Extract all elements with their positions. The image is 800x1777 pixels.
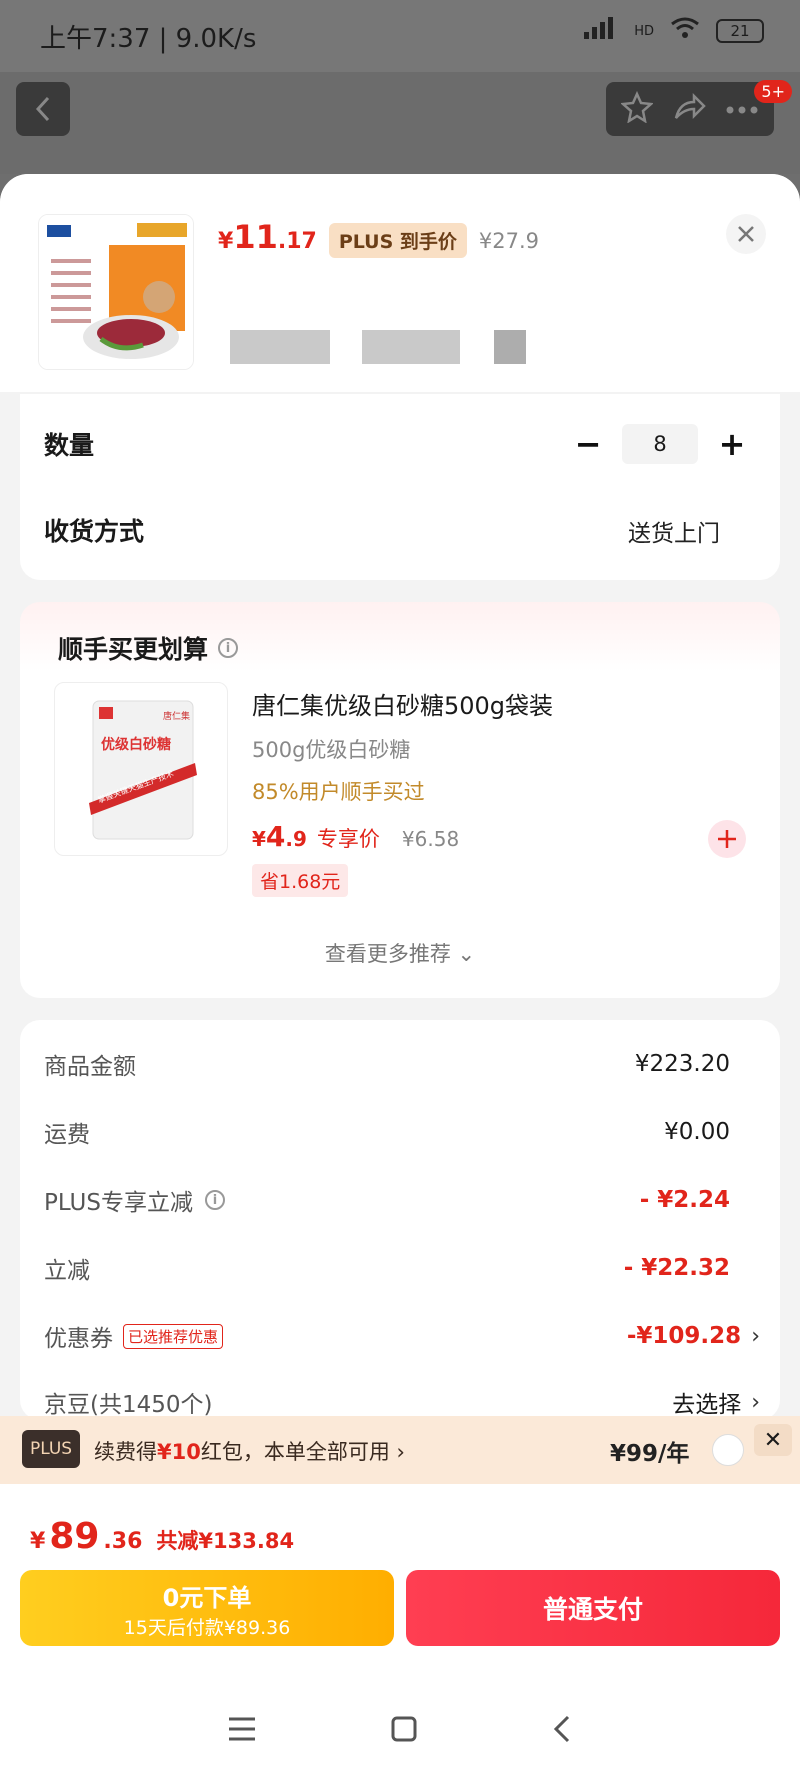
product-header: ¥11.17 PLUS 到手价 ¥27.9: [0, 174, 800, 392]
coupon-tag: 已选推荐优惠: [123, 1323, 224, 1349]
checkout-sheet: ¥11.17 PLUS 到手价 ¥27.9 数量 − 8 + 收货方式 送货上门…: [0, 174, 800, 1777]
recommendation-price: ¥4.9: [252, 820, 307, 853]
plus-renew-text[interactable]: 续费得¥10红包，本单全部可用 ›: [94, 1436, 405, 1466]
quantity-card: 数量 − 8 + 收货方式 送货上门: [20, 394, 780, 580]
more-recommendations-link[interactable]: 查看更多推荐 ⌄: [20, 938, 780, 968]
recommendation-thumbnail[interactable]: 唐仁集 优级白砂糖 掌握关键天猫生产技术: [54, 682, 228, 856]
add-to-order-button[interactable]: [708, 820, 746, 858]
blurred-spec: [494, 330, 526, 364]
normal-pay-button[interactable]: 普通支付: [406, 1570, 780, 1646]
plus-price-tag: PLUS 到手价: [328, 223, 467, 258]
recommendation-original-price: ¥6.58: [401, 827, 460, 851]
system-nav-bar: [0, 1684, 800, 1777]
chevron-right-icon: ›: [751, 1389, 760, 1415]
back-button[interactable]: [16, 82, 70, 136]
plus-fee: ¥99/年: [610, 1441, 690, 1467]
info-icon[interactable]: i: [204, 1190, 225, 1210]
recommendation-card: 顺手买更划算 i 唐仁集 优级白砂糖 掌握关键天猫生产技术 唐仁集优级白砂糖50…: [20, 602, 780, 998]
summary-row-plus-discount: PLUS专享立减 i - ¥2.24: [44, 1187, 730, 1216]
recommendation-name[interactable]: 唐仁集优级白砂糖500g袋装: [252, 686, 553, 721]
home-icon[interactable]: [390, 1715, 418, 1747]
svg-text:优级白砂糖: 优级白砂糖: [101, 736, 171, 753]
header-actions: [606, 82, 774, 136]
checkout-footer: ¥89.36 共减¥133.84 0元下单 15天后付款¥89.36 普通支付: [0, 1484, 800, 1777]
delivery-label: 收货方式: [44, 517, 145, 546]
exclusive-price-label: 专享价: [316, 827, 380, 851]
signal-icon: [584, 17, 618, 45]
summary-row-goods: 商品金额 ¥223.20: [44, 1051, 730, 1080]
recommendation-spec: 500g优级白砂糖: [252, 738, 411, 762]
product-thumbnail: [38, 214, 194, 370]
info-icon[interactable]: i: [218, 638, 239, 658]
plus-renew-radio[interactable]: [712, 1434, 744, 1466]
wifi-icon: [670, 16, 700, 46]
quantity-label: 数量: [44, 431, 95, 460]
recommendation-title: 顺手买更划算 i: [58, 630, 239, 666]
share-icon[interactable]: [672, 92, 706, 126]
svg-text:唐仁集: 唐仁集: [163, 710, 190, 722]
plus-button[interactable]: +: [714, 425, 750, 463]
summary-row-coupon[interactable]: 优惠券 已选推荐优惠 -¥109.28 ›: [44, 1316, 760, 1356]
total-reduce: 共减¥133.84: [156, 1529, 295, 1553]
plus-icon: [718, 830, 736, 848]
recommendation-hint: 85%用户顺手买过: [252, 780, 425, 804]
plus-logo: PLUS: [22, 1430, 80, 1468]
quantity-input[interactable]: 8: [622, 424, 698, 464]
save-badge: 省1.68元: [252, 864, 349, 897]
status-time: 上午7:37 | 9.0K/s: [40, 24, 257, 54]
plus-renew-banner[interactable]: PLUS 续费得¥10红包，本单全部可用 › ¥99/年 ✕: [0, 1416, 800, 1484]
quantity-stepper: − 8 +: [570, 424, 750, 464]
hd-label: HD: [634, 23, 654, 39]
blurred-spec: [230, 330, 330, 364]
recommendation-price-row: ¥4.9 专享价 ¥6.58: [252, 820, 459, 853]
close-button[interactable]: [726, 214, 766, 254]
close-banner-button[interactable]: ✕: [754, 1424, 792, 1456]
status-icons: HD 21: [584, 16, 764, 46]
plus-price: ¥11.17: [218, 218, 317, 256]
blurred-spec: [362, 330, 460, 364]
page-header: 5+: [0, 72, 800, 174]
total-price: ¥89.36 共减¥133.84: [30, 1516, 295, 1557]
chevron-right-icon: ›: [751, 1323, 760, 1349]
battery-icon: 21: [716, 19, 764, 43]
summary-row-instant-discount: 立减 - ¥22.32: [44, 1255, 730, 1284]
menu-icon[interactable]: [227, 1716, 257, 1746]
status-bar: 上午7:37 | 9.0K/s HD 21: [0, 0, 800, 72]
more-icon[interactable]: [725, 100, 759, 119]
message-badge: 5+: [754, 80, 792, 103]
original-price: ¥27.9: [478, 229, 540, 253]
back-nav-icon[interactable]: [551, 1714, 573, 1748]
order-summary-card: 商品金额 ¥223.20 运费 ¥0.00 PLUS专享立减 i - ¥2.24 立减…: [20, 1020, 780, 1420]
close-icon: [738, 226, 754, 242]
star-icon[interactable]: [620, 90, 655, 127]
summary-row-shipping: 运费 ¥0.00: [44, 1119, 730, 1148]
product-price-row: ¥11.17 PLUS 到手价 ¥27.9: [218, 218, 539, 258]
chevron-left-icon: [35, 96, 50, 122]
delivery-method[interactable]: 送货上门: [628, 514, 720, 548]
zero-yuan-order-button[interactable]: 0元下单 15天后付款¥89.36: [20, 1570, 394, 1646]
minus-button[interactable]: −: [570, 425, 606, 463]
